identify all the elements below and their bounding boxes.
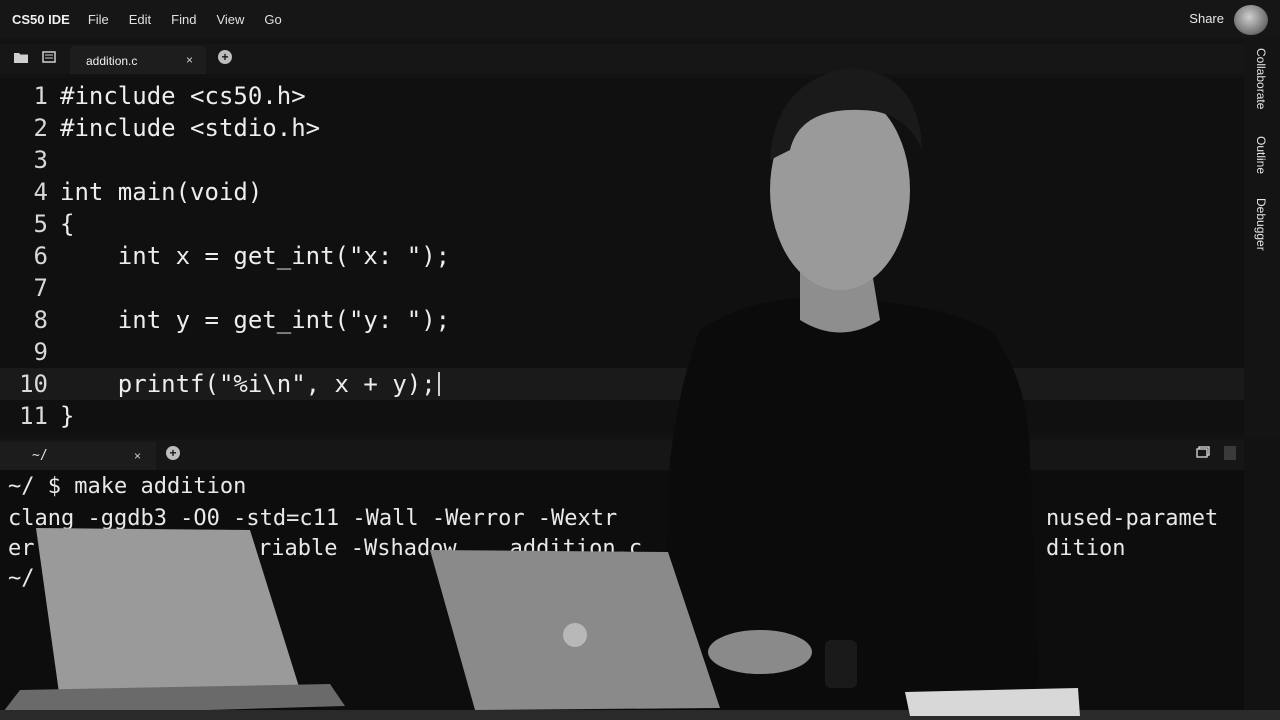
code-line: 3 <box>0 144 1244 176</box>
menu-find[interactable]: Find <box>171 12 196 27</box>
right-panel: Collaborate Outline Debugger <box>1244 38 1280 438</box>
panel-outline[interactable]: Outline <box>1254 136 1268 174</box>
maximize-icon[interactable] <box>1196 446 1210 461</box>
code-text: } <box>60 402 75 430</box>
code-text: int x = get_int("x: "); <box>60 242 451 270</box>
tab-addition-c[interactable]: addition.c × <box>70 46 206 74</box>
line-number: 2 <box>33 114 48 142</box>
menu-go[interactable]: Go <box>264 12 281 27</box>
code-text: #include <stdio.h> <box>60 114 321 142</box>
terminal-line: er <box>8 536 35 561</box>
code-line: 2 #include <stdio.h> <box>0 112 1244 144</box>
code-text: printf("%i\n", x + y); <box>60 368 440 400</box>
menu-edit[interactable]: Edit <box>129 12 151 27</box>
close-icon[interactable]: × <box>186 53 193 67</box>
code-line: 7 <box>0 272 1244 304</box>
line-number: 7 <box>33 274 48 302</box>
tab-terminal[interactable]: ~/ × <box>0 442 156 470</box>
tab-label: addition.c <box>86 54 138 68</box>
panel-toggle-icon[interactable] <box>1224 446 1236 460</box>
code-text: int main(void) <box>60 178 263 206</box>
terminal-line: ~/ $ make addition <box>8 474 247 499</box>
code-line: 8 int y = get_int("y: "); <box>0 304 1244 336</box>
editor-tab-bar: addition.c × + <box>0 44 1244 74</box>
terminal-tab-bar: ~/ × + <box>0 440 1244 470</box>
line-number: 5 <box>33 210 48 238</box>
panel-collaborate[interactable]: Collaborate <box>1254 48 1268 109</box>
code-text: int y = get_int("y: "); <box>60 306 451 334</box>
folder-icon[interactable] <box>14 51 28 63</box>
avatar[interactable] <box>1234 5 1268 35</box>
code-text: { <box>60 210 75 238</box>
terminal-line-fragment: dition <box>1046 536 1126 561</box>
line-number: 9 <box>33 338 48 366</box>
close-icon[interactable]: × <box>134 449 141 463</box>
line-number: 1 <box>33 82 48 110</box>
terminal-line: ~/ <box>8 566 35 591</box>
text-cursor <box>437 372 440 396</box>
line-number: 10 <box>19 370 48 398</box>
menu-file[interactable]: File <box>88 12 109 27</box>
code-line-active: 10 printf("%i\n", x + y); <box>0 368 1244 400</box>
terminal-line-fragment: nused-paramet <box>1046 506 1219 531</box>
code-line: 9 <box>0 336 1244 368</box>
share-button[interactable]: Share <box>1189 11 1224 26</box>
code-text: #include <cs50.h> <box>60 82 306 110</box>
line-number: 4 <box>33 178 48 206</box>
code-line: 6 int x = get_int("x: "); <box>0 240 1244 272</box>
code-line: 5{ <box>0 208 1244 240</box>
menu-bar: CS50 IDE File Edit Find View Go Share <box>0 0 1280 38</box>
line-number: 8 <box>33 306 48 334</box>
terminal-line: clang -ggdb3 -O0 -std=c11 -Wall -Werror … <box>8 506 618 531</box>
line-number: 3 <box>33 146 48 174</box>
code-line: 4 int main(void) <box>0 176 1244 208</box>
code-editor[interactable]: 1 #include <cs50.h> 2 #include <stdio.h> 3… <box>0 78 1244 434</box>
panel-debugger[interactable]: Debugger <box>1254 198 1268 251</box>
terminal[interactable]: ~/ $ make addition clang -ggdb3 -O0 -std… <box>0 470 1244 720</box>
terminal-line-fragment: riable -Wshadow addition.c <box>258 536 643 561</box>
add-terminal-icon[interactable]: + <box>166 446 180 460</box>
code-line: 11} <box>0 400 1244 432</box>
menu-view[interactable]: View <box>216 12 244 27</box>
code-line: 1 #include <cs50.h> <box>0 80 1244 112</box>
file-list-icon[interactable] <box>42 51 56 63</box>
terminal-tab-label: ~/ <box>32 448 48 463</box>
app-brand: CS50 IDE <box>12 11 70 27</box>
code-text-content: printf("%i\n", x + y); <box>60 370 436 398</box>
line-number: 6 <box>33 242 48 270</box>
line-number: 11 <box>19 402 48 430</box>
add-tab-icon[interactable]: + <box>218 50 232 64</box>
